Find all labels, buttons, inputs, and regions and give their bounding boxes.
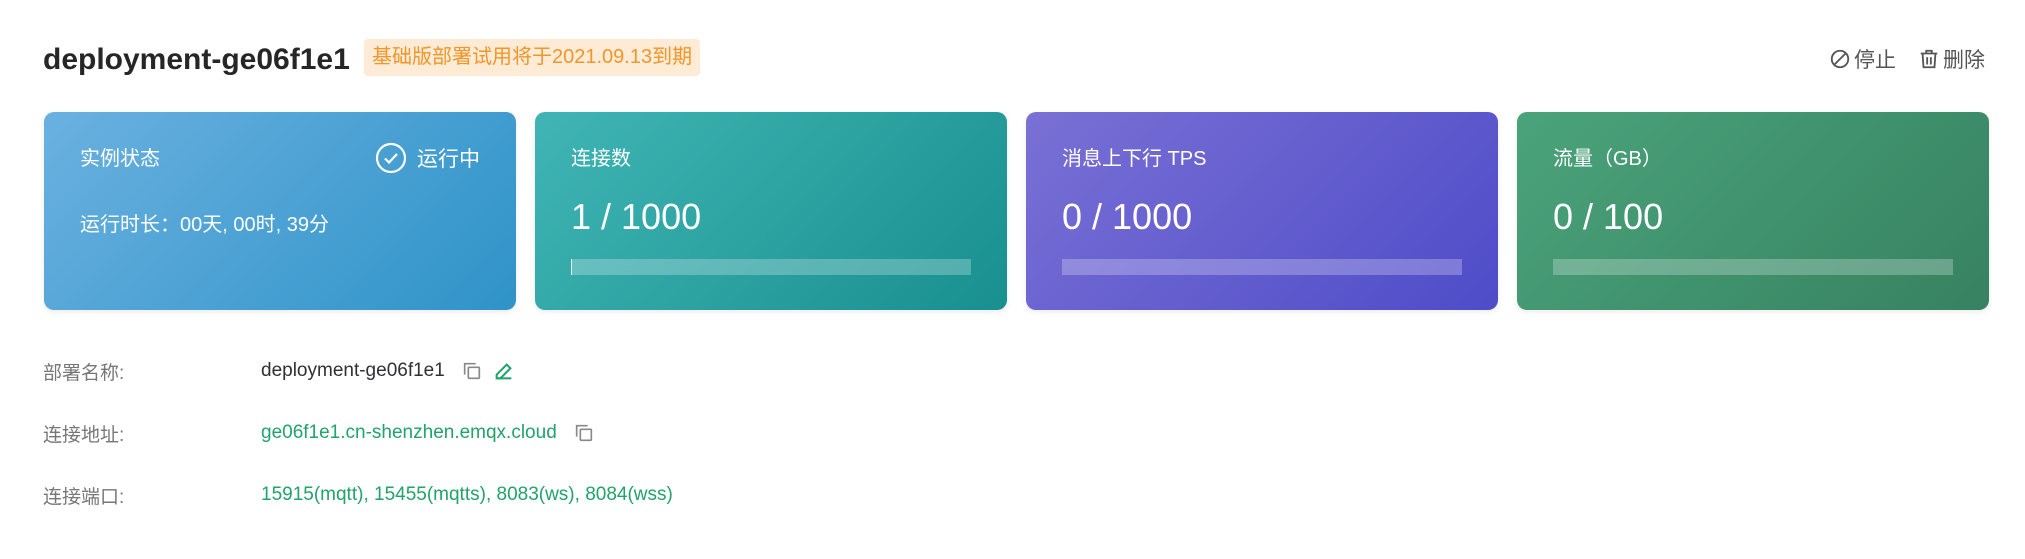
- deployment-name-row: 部署名称: deployment-ge06f1e1: [43, 355, 515, 387]
- tps-value: 0 / 1000: [1062, 196, 1193, 237]
- stop-button[interactable]: 停止: [1829, 44, 1896, 74]
- status-text: 运行中: [417, 148, 480, 171]
- connections-card: 连接数 1 / 1000: [535, 112, 1007, 310]
- instance-status-label: 实例状态: [80, 148, 160, 170]
- deployment-name-value: deployment-ge06f1e1: [261, 360, 445, 381]
- tps-card: 消息上下行 TPS 0 / 1000: [1026, 112, 1498, 310]
- connection-address-label: 连接地址:: [43, 424, 125, 446]
- traffic-card: 流量（GB） 0 / 100: [1517, 112, 1989, 310]
- connection-address-value[interactable]: ge06f1e1.cn-shenzhen.emqx.cloud: [261, 422, 557, 444]
- traffic-label: 流量（GB）: [1553, 148, 1662, 170]
- copy-icon[interactable]: [573, 422, 595, 444]
- deployment-name-label: 部署名称:: [43, 362, 125, 384]
- edit-icon[interactable]: [493, 360, 515, 382]
- connection-ports-value: 15915(mqtt), 15455(mqtts), 8083(ws), 808…: [261, 484, 673, 505]
- delete-label: 删除: [1943, 49, 1985, 72]
- status-badge: 运行中: [375, 142, 480, 174]
- instance-status-card: 实例状态 运行中 运行时长：00天, 00时, 39分: [44, 112, 516, 310]
- traffic-progress: [1553, 259, 1953, 275]
- connection-ports-label: 连接端口:: [43, 486, 125, 508]
- tps-label: 消息上下行 TPS: [1062, 148, 1207, 170]
- traffic-value: 0 / 100: [1553, 196, 1664, 237]
- connections-label: 连接数: [571, 148, 631, 170]
- stop-icon: [1830, 49, 1850, 69]
- deployment-title: deployment-ge06f1e1: [43, 43, 350, 76]
- header-actions: 停止 删除: [1829, 44, 1985, 74]
- trash-icon: [1920, 49, 1938, 69]
- metrics-cards: 实例状态 运行中 运行时长：00天, 00时, 39分 连接数 1 / 1000…: [44, 112, 1994, 310]
- stop-label: 停止: [1854, 49, 1896, 72]
- connections-value: 1 / 1000: [571, 196, 702, 237]
- uptime-text: 运行时长：00天, 00时, 39分: [80, 214, 329, 236]
- trial-expiry-badge: 基础版部署试用将于2021.09.13到期: [364, 39, 701, 76]
- page-header: deployment-ge06f1e1 基础版部署试用将于2021.09.13到…: [43, 38, 1985, 82]
- connection-address-row: 连接地址: ge06f1e1.cn-shenzhen.emqx.cloud: [43, 417, 595, 449]
- connections-progress: [571, 259, 971, 275]
- copy-icon[interactable]: [461, 360, 483, 382]
- check-circle-icon: [375, 142, 407, 174]
- delete-button[interactable]: 删除: [1918, 44, 1985, 74]
- tps-progress: [1062, 259, 1462, 275]
- connection-ports-row: 连接端口: 15915(mqtt), 15455(mqtts), 8083(ws…: [43, 479, 673, 511]
